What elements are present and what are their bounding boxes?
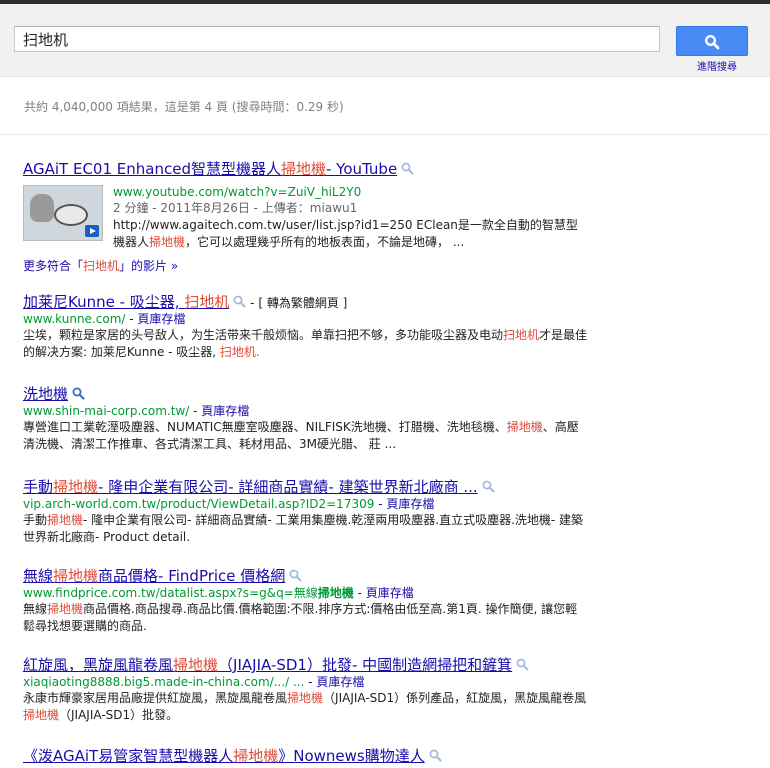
preview-icon[interactable] <box>429 749 442 762</box>
result-title-link[interactable]: 紅旋風，黑旋風龍卷風掃地機（JIAJIA-SD1）批發- 中國制造網掃把和鏟箕 <box>23 656 512 674</box>
result-url-line: www.findprice.com.tw/datalist.aspx?s=g&q… <box>23 586 414 600</box>
video-meta: www.youtube.com/watch?v=ZuiV_hiL2Y0 2 分鐘… <box>113 184 583 251</box>
cache-link[interactable]: - 頁庫存檔 <box>193 404 249 418</box>
video-details: 2 分鐘 - 2011年8月26日 - 上傳者：miawu1 <box>113 201 358 215</box>
divider <box>0 134 770 135</box>
result-url-line: www.shin-mai-corp.com.tw/ - 頁庫存檔 <box>23 404 250 418</box>
result-item: 無線掃地機商品價格- FindPrice 價格網 www.findprice.c… <box>23 567 763 635</box>
thumbnail-robot <box>54 204 88 226</box>
play-icon <box>85 225 99 237</box>
result-snippet: 無線掃地機商品價格.商品搜尋.商品比價.價格範圍:不限.排序方式:價格由低至高.… <box>23 602 578 633</box>
search-icon <box>704 34 720 50</box>
result-item: 手動掃地機- 隆申企業有限公司- 詳細商品實績- 建築世界新北廠商 ... vi… <box>23 478 763 546</box>
search-header: 進階搜尋 <box>0 4 770 77</box>
result-snippet: 尘埃，颗粒是家居的头号敌人，为生活带来千般烦恼。单靠扫把不够，多功能吸尘器及电动… <box>23 328 588 359</box>
preview-icon[interactable] <box>401 162 414 175</box>
result-snippet: 永康市輝豪家居用品廠提供紅旋風，黑旋風龍卷風掃地機（JIAJIA-SD1）係列產… <box>23 691 587 722</box>
result-snippet: 手動掃地機- 隆申企業有限公司- 詳細商品實績- 工業用集塵機.乾溼兩用吸塵器.… <box>23 513 584 544</box>
cache-link[interactable]: - 頁庫存檔 <box>308 675 364 689</box>
cache-link[interactable]: - 頁庫存檔 <box>358 586 414 600</box>
preview-icon[interactable] <box>233 295 246 308</box>
preview-icon[interactable] <box>289 569 302 582</box>
more-videos-link[interactable]: 更多符合「扫地机」的影片 » <box>23 257 178 274</box>
cache-link[interactable]: - 頁庫存檔 <box>378 497 434 511</box>
result-item: 《泼AGAiT易管家智慧型機器人掃地機》Nownews購物達人 <box>23 747 763 765</box>
cache-link[interactable]: - 頁庫存檔 <box>129 312 185 326</box>
result-snippet: 專營進口工業乾溼吸塵器、NUMATIC無塵室吸塵器、NILFISK洗地機、打腊機… <box>23 420 579 451</box>
result-title-link[interactable]: 手動掃地機- 隆申企業有限公司- 詳細商品實績- 建築世界新北廠商 ... <box>23 478 478 496</box>
advanced-search-link[interactable]: 進階搜尋 <box>697 58 737 73</box>
search-button[interactable] <box>676 26 748 56</box>
result-url-line: www.kunne.com/ - 頁庫存檔 <box>23 312 186 326</box>
result-url-line: vip.arch-world.com.tw/product/ViewDetail… <box>23 497 435 511</box>
result-title-link[interactable]: 加莱尼Kunne - 吸尘器, 扫地机 <box>23 293 229 311</box>
result-item: 洗地機 www.shin-mai-corp.com.tw/ - 頁庫存檔 專營進… <box>23 385 763 453</box>
search-input[interactable] <box>14 26 660 52</box>
result-item: 紅旋風，黑旋風龍卷風掃地機（JIAJIA-SD1）批發- 中國制造網掃把和鏟箕 … <box>23 656 763 724</box>
result-item: 加莱尼Kunne - 吸尘器, 扫地机 - [ 轉為繁體網頁 ] www.kun… <box>23 293 763 361</box>
result-title-link[interactable]: 無線掃地機商品價格- FindPrice 價格網 <box>23 567 285 585</box>
result-url-line: xiaqiaoting8888.big5.made-in-china.com/.… <box>23 675 365 689</box>
result-title-link[interactable]: AGAiT EC01 Enhanced智慧型機器人掃地機- YouTube <box>23 160 397 178</box>
result-stats: 共約 4,040,000 項結果，這是第 4 頁 (搜尋時間：0.29 秒) <box>24 100 344 114</box>
result-url: www.youtube.com/watch?v=ZuiV_hiL2Y0 <box>113 185 362 199</box>
translate-link[interactable]: - [ 轉為繁體網頁 ] <box>250 296 347 310</box>
preview-icon[interactable] <box>516 658 529 671</box>
preview-icon[interactable] <box>72 387 85 400</box>
video-thumbnail[interactable] <box>23 185 103 241</box>
preview-icon[interactable] <box>482 480 495 493</box>
thumbnail-image <box>30 194 54 222</box>
result-title-link[interactable]: 洗地機 <box>23 385 68 403</box>
result-title-link[interactable]: 《泼AGAiT易管家智慧型機器人掃地機》Nownews購物達人 <box>23 747 425 765</box>
result-item: AGAiT EC01 Enhanced智慧型機器人掃地機- YouTube <box>23 160 763 178</box>
result-snippet: http://www.agaitech.com.tw/user/list.jsp… <box>113 218 578 249</box>
